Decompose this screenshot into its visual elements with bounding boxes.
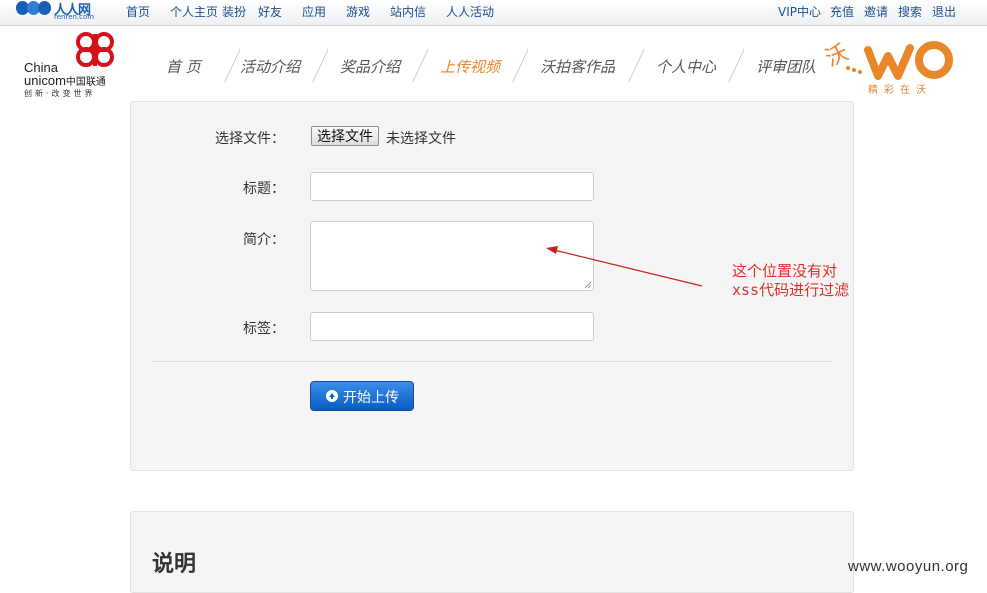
renren-logo[interactable]: 人人网 renren.com [16,0,106,24]
nav-separator [728,49,745,82]
nav-home[interactable]: 首 页 [166,56,201,77]
nav-judges[interactable]: 评审团队 [756,56,816,77]
nav-upload-video[interactable]: 上传视频 [440,56,500,77]
nav-separator [512,49,529,82]
unicom-logo-unicom: unicom中国联通 [24,73,106,88]
tags-input[interactable] [310,312,594,341]
nav-separator [312,49,329,82]
nav-user-center[interactable]: 个人中心 [656,56,716,77]
annotation-line-2: xss代码进行过滤 [732,281,850,299]
description-panel: 说明 [130,511,854,593]
china-unicom-logo[interactable]: China unicom中国联通 创新·改变世界 [22,30,132,100]
unicom-logo-unicom-cn: 中国联通 [65,77,106,88]
wo-logo-icon: 沃 [822,40,953,80]
nav-separator [224,49,241,82]
nav-separator [628,49,645,82]
renren-topbar: 人人网 renren.com 首页 个人主页 装扮 好友 应用 游戏 站内信 人… [0,0,987,26]
wo-tagline: 精彩在沃 [868,85,932,96]
unicom-logo-unicom-en: unicom [24,73,66,88]
renren-logo-icon-3 [38,1,51,15]
choose-file-button[interactable]: 选择文件 [311,126,379,146]
form-divider [151,361,833,362]
top-link-friends[interactable]: 好友 [258,3,282,20]
description-title: 说明 [152,551,197,577]
start-upload-button[interactable]: 开始上传 [310,381,414,411]
upload-icon [326,390,338,402]
resize-grip-icon[interactable] [584,281,592,289]
file-label: 选择文件： [215,131,285,147]
top-link-logout[interactable]: 退出 [932,3,956,20]
top-link-games[interactable]: 游戏 [346,3,370,20]
top-link-messages[interactable]: 站内信 [390,3,426,20]
top-link-home[interactable]: 首页 [126,3,150,20]
nav-prizes[interactable]: 奖品介绍 [340,56,400,77]
tags-label: 标签： [243,321,285,337]
start-upload-label: 开始上传 [343,390,399,406]
top-link-search[interactable]: 搜索 [898,3,922,20]
nav-activity-intro[interactable]: 活动介绍 [240,56,300,77]
nav-works[interactable]: 沃拍客作品 [540,56,615,77]
title-label: 标题： [243,181,285,197]
unicom-slogan: 创新·改变世界 [24,89,96,98]
watermark: www.wooyun.org [848,558,969,575]
file-status: 未选择文件 [386,131,456,147]
top-link-invite[interactable]: 邀请 [864,3,888,20]
unicom-knot-icon [76,32,114,67]
top-link-events[interactable]: 人人活动 [446,3,494,20]
top-link-apps[interactable]: 应用 [302,3,326,20]
nav-separator [412,49,429,82]
renren-logo-domain: renren.com [54,13,95,21]
intro-textarea[interactable] [310,221,594,291]
title-input[interactable] [310,172,594,201]
annotation-note: 这个位置没有对 xss代码进行过滤 [732,262,849,300]
top-link-dressup[interactable]: 装扮 [222,3,246,20]
top-link-vip[interactable]: VIP中心 [778,3,821,20]
intro-label: 简介： [243,232,285,248]
wo-logo[interactable]: 沃 精彩在沃 [822,38,959,98]
top-link-profile[interactable]: 个人主页 [170,3,218,20]
top-link-recharge[interactable]: 充值 [830,3,854,20]
annotation-line-1: 这个位置没有对 [732,262,838,280]
